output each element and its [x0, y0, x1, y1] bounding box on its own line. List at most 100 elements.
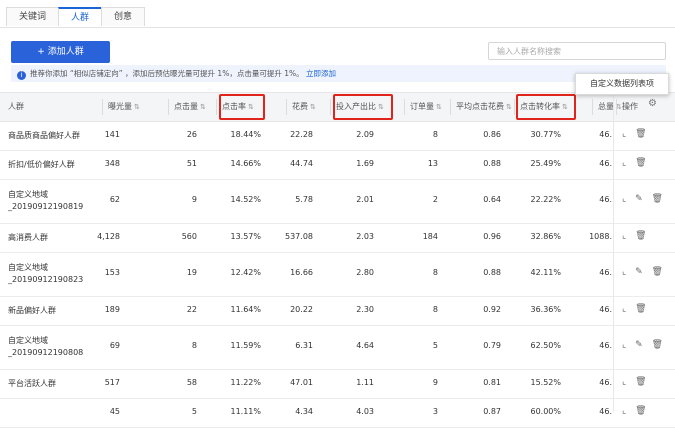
tab-divider [0, 27, 675, 28]
tab-1[interactable]: 人群 [58, 7, 103, 26]
sort-icon[interactable]: ⇅ [506, 103, 512, 111]
row-actions[interactable]: ⌞ 🗑 [622, 304, 650, 314]
sort-icon[interactable]: ⇅ [134, 103, 140, 111]
cell-total: 46. [599, 377, 612, 387]
cell-cvr: 25.49% [530, 158, 561, 168]
highlight-cvr [516, 94, 576, 120]
cell-exposure: 517 [104, 377, 120, 387]
cell-total: 46. [599, 341, 612, 350]
column-header-1[interactable]: 曝光量 ⇅ [108, 93, 140, 121]
cell-total: 46. [599, 195, 612, 204]
audience-name: 新品偏好人群 [8, 305, 56, 315]
cell-exposure: 4,128 [97, 231, 120, 241]
info-icon: i [17, 71, 26, 80]
cell-ctr: 11.22% [230, 377, 261, 387]
column-header-label: 点击量 [174, 102, 198, 111]
cell-cvr: 42.11% [530, 268, 561, 277]
table-row: 自定义地域 _20190912190819 62 9 14.52% 5.78 2.01 2 0.… [0, 179, 675, 224]
cell-cost: 20.22 [290, 304, 313, 314]
gear-icon[interactable]: ⚙ [648, 98, 657, 109]
row-actions[interactable]: ⌞ ✎ 🗑 [622, 267, 666, 277]
audience-name: 自定义地域 _20190912190823 [8, 263, 84, 284]
table-row: 折扣/低价偏好人群 348 51 14.66% 44.74 1.69 13 0.88 25.49… [0, 150, 675, 180]
row-actions[interactable]: ⌞ 🗑 [622, 129, 650, 139]
audience-name: 自定义地域 _20190912190819 [8, 190, 84, 211]
cell-exposure: 45 [109, 406, 120, 416]
table-row: 商品质商品偏好人群 141 26 18.44% 22.28 2.09 8 0.86 30.77%… [0, 121, 675, 151]
cell-roi: 2.80 [356, 268, 374, 277]
column-header-label: 花费 [292, 102, 308, 111]
custom-columns-popup[interactable]: 自定义数据列表项 [575, 73, 669, 95]
audience-search-input[interactable]: 输入人群名称搜索 [488, 42, 666, 60]
cell-ctr: 13.57% [230, 231, 261, 241]
cell-clicks: 58 [186, 377, 197, 387]
cell-cvr: 30.77% [530, 129, 561, 139]
tab-2[interactable]: 创意 [101, 7, 146, 26]
cell-total: 46. [599, 268, 612, 277]
table-row: 新品偏好人群 189 22 11.64% 20.22 2.30 8 0.92 36.36% 46.… [0, 296, 675, 326]
header-divider [168, 99, 169, 115]
cell-roi: 1.11 [356, 377, 374, 387]
table-row: 高消费人群 4,128 560 13.57% 537.08 2.03 184 0.96 32.8… [0, 223, 675, 253]
row-actions[interactable]: ⌞ 🗑 [622, 158, 650, 168]
row-actions[interactable]: ⌞ 🗑 [622, 231, 650, 241]
table-row: 平台活跃人群 517 58 11.22% 47.01 1.11 9 0.81 15.52% 46.… [0, 369, 675, 399]
cell-cost: 22.28 [290, 129, 313, 139]
cell-clicks: 22 [186, 304, 197, 314]
column-header-label: 总量 [598, 102, 614, 111]
sort-icon[interactable]: ⇅ [436, 103, 442, 111]
column-header-10: 操作 [622, 93, 638, 121]
row-actions[interactable]: ⌞ 🗑 [622, 377, 650, 387]
tab-0[interactable]: 关键词 [6, 7, 60, 26]
cell-cost: 6.31 [295, 341, 313, 350]
add-audience-button[interactable]: + 添加人群 [11, 41, 110, 63]
cell-roi: 4.64 [356, 341, 374, 350]
cell-total: 46. [599, 406, 612, 416]
cell-cpc: 0.64 [483, 195, 501, 204]
cell-cost: 47.01 [290, 377, 313, 387]
sort-icon[interactable]: ⇅ [310, 103, 316, 111]
cell-exposure: 348 [104, 158, 120, 168]
cell-clicks: 51 [186, 158, 197, 168]
audience-name: 自定义地域 _20190912190808 [8, 336, 84, 357]
column-header-label: 曝光量 [108, 102, 132, 111]
column-header-6[interactable]: 订单量 ⇅ [410, 93, 442, 121]
column-header-label: 人群 [8, 102, 24, 111]
header-divider [216, 99, 217, 115]
cell-cvr: 15.52% [530, 377, 561, 387]
cell-orders: 13 [427, 158, 438, 168]
header-divider [450, 99, 451, 115]
row-actions[interactable]: ⌞ ✎ 🗑 [622, 340, 666, 350]
column-header-0: 人群 [8, 93, 24, 121]
header-divider [102, 99, 103, 115]
column-header-4[interactable]: 花费 ⇅ [292, 93, 316, 121]
table-row: 45 5 11.11% 4.34 4.03 3 0.87 60.00% 46. ⌞ 🗑 [0, 398, 675, 428]
column-separator [613, 92, 614, 411]
cell-orders: 2 [432, 195, 438, 204]
audience-name: 高消费人群 [8, 232, 48, 242]
cell-cvr: 36.36% [530, 304, 561, 314]
column-header-label: 操作 [622, 102, 638, 111]
cell-ctr: 11.11% [230, 406, 261, 416]
row-actions[interactable]: ⌞ ✎ 🗑 [622, 194, 666, 204]
cell-clicks: 26 [186, 129, 197, 139]
table-row: 自定义地域 _20190912190823 153 19 12.42% 16.66 2.80… [0, 252, 675, 297]
cell-orders: 8 [432, 304, 438, 314]
cell-roi: 1.69 [356, 158, 374, 168]
highlight-ctr [219, 94, 265, 120]
cell-clicks: 19 [186, 268, 197, 277]
cell-exposure: 153 [104, 268, 120, 277]
column-header-9: 总量 ⇅ [598, 93, 622, 121]
tip-add-link[interactable]: 立即添加 [306, 69, 336, 78]
recommendation-tip: i 推荐你添加 “相似店铺定向” ，添加后预估曝光量可提升 1%，点击量可提升 1… [11, 65, 666, 82]
cell-ctr: 11.59% [230, 341, 261, 350]
header-divider [404, 99, 405, 115]
sort-icon[interactable]: ⇅ [200, 103, 206, 111]
column-header-7[interactable]: 平均点击花费 ⇅ [456, 93, 512, 121]
cell-clicks: 8 [191, 341, 197, 350]
header-divider [514, 99, 515, 115]
cell-clicks: 560 [181, 231, 197, 241]
column-header-2[interactable]: 点击量 ⇅ [174, 93, 206, 121]
tab-bar: 关键词 人群 创意 [6, 7, 146, 27]
cell-orders: 184 [422, 231, 438, 241]
